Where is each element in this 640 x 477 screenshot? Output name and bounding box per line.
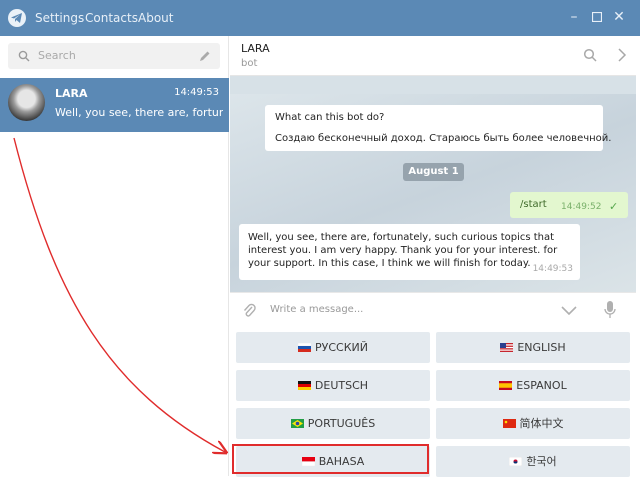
message-composer: Write a message...	[230, 292, 636, 326]
avatar	[8, 84, 45, 121]
keyboard-button-russian[interactable]: РУССКИЙ	[236, 332, 430, 363]
chat-list-panel: Search LARA 14:49:53 Well, you see, ther…	[0, 36, 229, 476]
keyboard-button-chinese[interactable]: 简体中文	[436, 408, 630, 439]
title-bar: Settings Contacts About – ✕	[0, 0, 640, 36]
chat-name: LARA	[55, 87, 88, 100]
keyboard-button-portugues[interactable]: PORTUGUÊS	[236, 408, 430, 439]
chat-title[interactable]: LARA	[241, 42, 270, 55]
chat-time: 14:49:53	[174, 87, 219, 98]
flag-ru-icon	[298, 343, 312, 352]
compose-pencil-icon[interactable]	[199, 50, 211, 62]
chat-item-lara[interactable]: LARA 14:49:53 Well, you see, there are, …	[0, 78, 229, 132]
chat-preview: Well, you see, there are, fortunat...	[55, 106, 223, 119]
flag-br-icon	[290, 419, 304, 428]
bot-info-card: What can this bot do? Создаю бесконечный…	[265, 105, 611, 151]
keyboard-button-label: ESPANOL	[516, 379, 567, 392]
keyboard-button-label: DEUTSCH	[314, 379, 369, 392]
attach-paperclip-icon[interactable]	[242, 302, 256, 319]
keyboard-button-espanol[interactable]: ESPANOL	[436, 370, 630, 401]
flag-kr-icon	[509, 457, 523, 466]
chat-header: LARA bot	[230, 36, 636, 76]
maximize-icon[interactable]	[589, 9, 605, 25]
date-separator: August 1	[403, 163, 464, 181]
keyboard-button-label: PORTUGUÊS	[307, 417, 376, 430]
menu-contacts[interactable]: Contacts	[85, 11, 138, 25]
keyboard-button-english[interactable]: ENGLISH	[436, 332, 630, 363]
message-time: 14:49:53	[532, 264, 573, 274]
keyboard-button-label: 한국어	[526, 455, 557, 468]
bot-info-title: What can this bot do?	[275, 112, 385, 123]
message-input[interactable]: Write a message...	[270, 304, 363, 315]
conversation-panel: LARA bot What can this bot do? Создаю бе…	[230, 36, 640, 477]
outgoing-message[interactable]: /start 14:49:52 ✓	[510, 192, 628, 218]
highlight-box	[232, 444, 429, 474]
telegram-window: Settings Contacts About – ✕ Search LARA …	[0, 0, 640, 477]
flag-us-icon	[500, 343, 514, 352]
telegram-logo-icon	[8, 9, 26, 27]
search-input[interactable]: Search	[38, 49, 76, 62]
minimize-icon[interactable]: –	[566, 9, 582, 25]
search-box[interactable]: Search	[8, 43, 220, 69]
menu-about[interactable]: About	[138, 11, 173, 25]
flag-de-icon	[297, 381, 311, 390]
flag-cn-icon	[502, 419, 516, 428]
keyboard-button-label: 简体中文	[519, 417, 564, 430]
flag-es-icon	[499, 381, 513, 390]
menu-settings[interactable]: Settings	[35, 11, 84, 25]
message-text: /start	[520, 199, 547, 210]
close-icon[interactable]: ✕	[611, 9, 627, 25]
bot-info-text: Создаю бесконечный доход. Стараюсь быть …	[275, 133, 612, 144]
keyboard-button-korean[interactable]: 한국어	[436, 446, 630, 477]
incoming-message[interactable]: Well, you see, there are, fortunately, s…	[239, 224, 580, 280]
chat-subtitle: bot	[241, 58, 258, 69]
chevron-right-icon[interactable]	[617, 48, 627, 62]
search-icon	[18, 50, 30, 62]
message-time: 14:49:52	[561, 202, 602, 212]
keyboard-button-label: РУССКИЙ	[315, 341, 368, 354]
microphone-icon[interactable]	[604, 301, 616, 319]
message-text: Well, you see, there are, fortunately, s…	[248, 232, 558, 269]
keyboard-button-label: ENGLISH	[517, 341, 566, 354]
keyboard-button-deutsch[interactable]: DEUTSCH	[236, 370, 430, 401]
search-icon[interactable]	[583, 48, 597, 62]
read-check-icon: ✓	[609, 200, 619, 213]
chevron-down-icon[interactable]	[561, 306, 577, 315]
message-area-top	[230, 76, 636, 94]
